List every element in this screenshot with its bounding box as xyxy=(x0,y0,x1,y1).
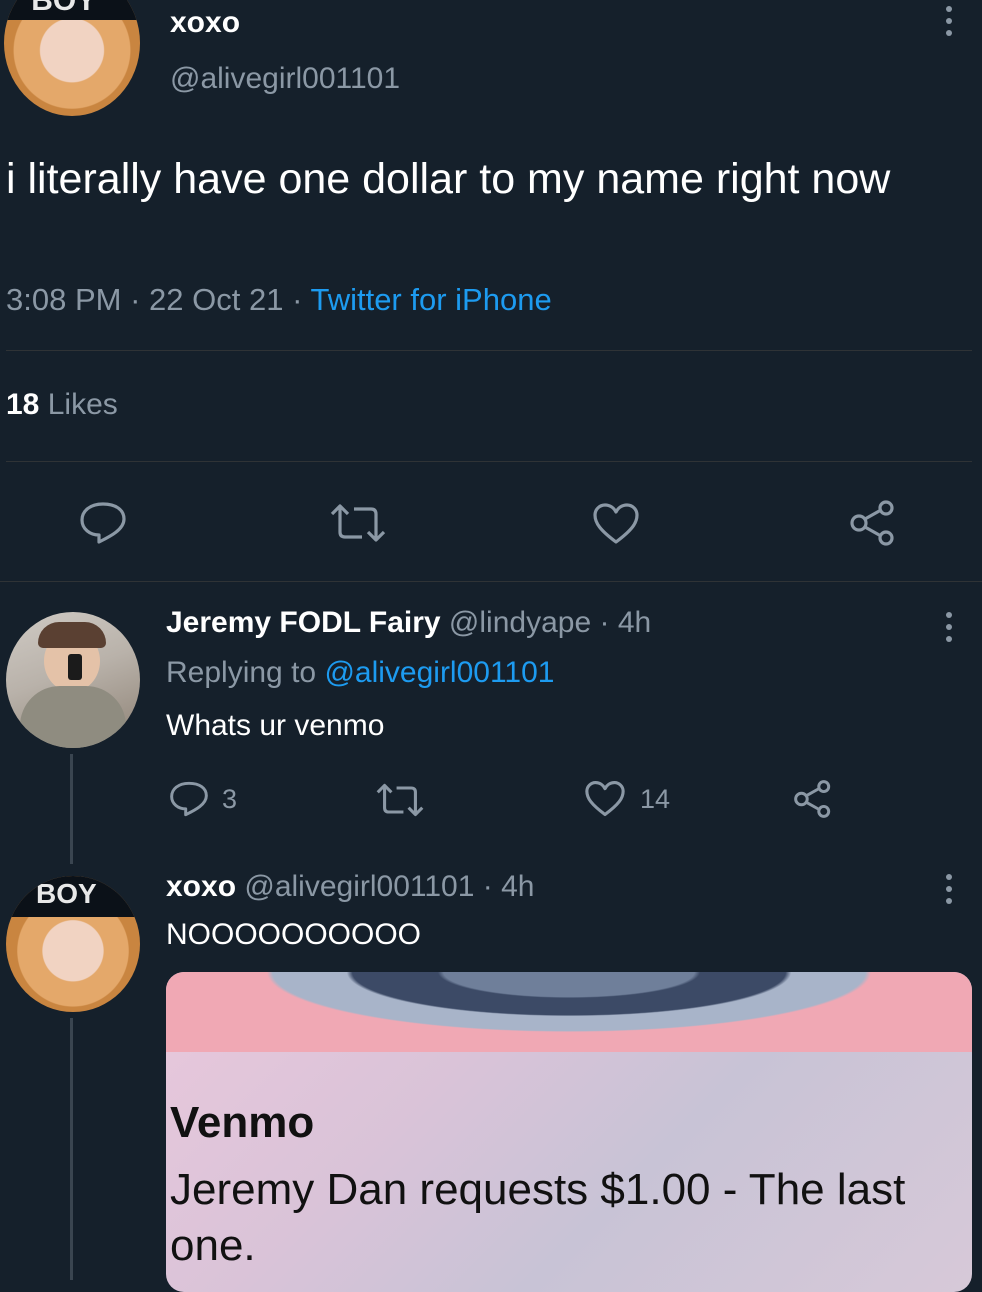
reply-text: Whats ur venmo xyxy=(166,709,385,742)
like-button[interactable]: 14 xyxy=(584,780,670,818)
replying-prefix: Replying to xyxy=(166,656,317,689)
like-icon[interactable] xyxy=(592,502,640,546)
tweet-text: i literally have one dollar to my name r… xyxy=(6,155,891,203)
more-options-icon[interactable] xyxy=(946,612,952,642)
handle[interactable]: @lindyape xyxy=(449,606,591,639)
meta-separator: · xyxy=(599,606,610,639)
reply-icon xyxy=(168,780,210,818)
display-name[interactable]: Jeremy FODL Fairy xyxy=(166,606,441,639)
reply-time: 4h xyxy=(501,870,535,903)
retweet-icon[interactable] xyxy=(328,502,388,544)
handle[interactable]: @alivegirl001101 xyxy=(244,870,474,903)
avatar-hat-text: BOY xyxy=(36,878,97,909)
reply-time: 4h xyxy=(617,606,652,639)
replying-to-handle[interactable]: @alivegirl001101 xyxy=(324,656,554,689)
more-options-icon[interactable] xyxy=(946,6,952,36)
meta-separator: · xyxy=(482,870,493,903)
handle[interactable]: @alivegirl001101 xyxy=(170,62,400,96)
attached-image[interactable]: Venmo Jeremy Dan requests $1.00 - The la… xyxy=(166,972,972,1292)
divider xyxy=(0,581,982,582)
thread-line xyxy=(70,754,73,864)
thread-line xyxy=(70,1018,73,1280)
display-name[interactable]: xoxo xyxy=(170,6,240,40)
share-icon[interactable] xyxy=(792,780,834,818)
reply-text: NOOOOOOOOOO xyxy=(166,918,422,951)
like-count: 14 xyxy=(640,783,671,814)
card-app-name: Venmo xyxy=(170,1098,315,1147)
likes-stat[interactable]: 18 Likes xyxy=(6,388,118,422)
card-message: Jeremy Dan requests $1.00 - The last one… xyxy=(170,1165,906,1270)
retweet-icon[interactable] xyxy=(374,782,426,818)
share-icon[interactable] xyxy=(848,500,898,546)
divider xyxy=(6,461,972,462)
avatar-hat-text: BOY xyxy=(31,0,97,17)
reply-count: 3 xyxy=(222,783,238,814)
avatar[interactable]: BOY xyxy=(6,876,140,1012)
like-icon xyxy=(584,780,626,818)
display-name[interactable]: xoxo xyxy=(166,870,236,903)
more-options-icon[interactable] xyxy=(946,874,952,904)
divider xyxy=(6,350,972,351)
meta-separator: · xyxy=(292,282,303,317)
tweet-time: 3:08 PM xyxy=(6,282,122,317)
reply-button[interactable]: 3 xyxy=(168,780,237,818)
tweet-date: 22 Oct 21 xyxy=(149,282,284,317)
reply-header: Jeremy FODL Fairy @lindyape · 4h xyxy=(166,606,651,640)
likes-label: Likes xyxy=(47,388,118,421)
tweet-source[interactable]: Twitter for iPhone xyxy=(310,282,551,317)
likes-count: 18 xyxy=(6,388,40,421)
tweet-meta: 3:08 PM · 22 Oct 21 · Twitter for iPhone xyxy=(6,282,552,318)
avatar[interactable] xyxy=(6,612,140,748)
reply-icon[interactable] xyxy=(78,500,128,546)
wallpaper-strip xyxy=(166,972,972,1052)
avatar[interactable]: BOY xyxy=(4,0,140,116)
replying-to: Replying to @alivegirl001101 xyxy=(166,656,554,690)
meta-separator: · xyxy=(130,282,141,317)
reply-header: xoxo @alivegirl001101 · 4h xyxy=(166,870,534,904)
